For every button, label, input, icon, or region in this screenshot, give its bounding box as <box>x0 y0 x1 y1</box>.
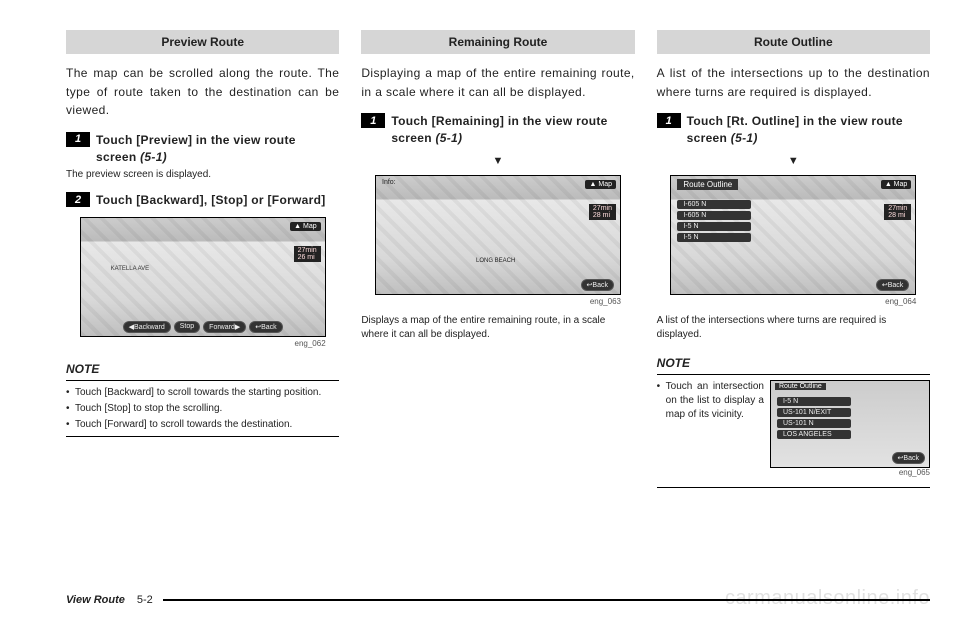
map-button[interactable]: ▲ Map <box>881 180 912 189</box>
step-label: Touch [Preview] in the view route screen <box>96 133 296 164</box>
step-1: 1 Touch [Preview] in the view route scre… <box>66 132 339 166</box>
list-item[interactable]: I-5 N <box>777 397 851 406</box>
col-route-outline: Route Outline A list of the intersection… <box>657 30 930 493</box>
outline-list: I-605 N I-605 N I-5 N I-5 N <box>677 200 751 242</box>
header-outline: Route Outline <box>657 30 930 54</box>
step-number-icon: 1 <box>361 113 385 128</box>
preview-controls: ◀Backward Stop Forward▶ ↩Back <box>81 321 325 333</box>
bottom-controls: ↩Back <box>671 279 915 291</box>
back-button[interactable]: ↩Back <box>581 279 614 291</box>
divider <box>657 374 930 375</box>
note-heading: NOTE <box>66 362 339 376</box>
note-item: Touch [Backward] to scroll towards the s… <box>66 386 339 400</box>
down-arrow-icon: ▼ <box>657 155 930 167</box>
screenshot-preview: ▲ Map 27min 26 mi KATELLA AVE ◀Backward … <box>80 217 326 337</box>
intro-remaining: Displaying a map of the entire remaining… <box>361 64 634 101</box>
screenshot-remaining: Info: ▲ Map 27min 28 mi LONG BEACH ↩Back <box>375 175 621 295</box>
screenshot-outline-mini: Route Outline I-5 N US-101 N/EXIT US-101… <box>770 380 930 468</box>
eta-time: 27min <box>298 247 317 254</box>
step-ref: (5-1) <box>435 131 462 145</box>
header-remaining: Remaining Route <box>361 30 634 54</box>
note-item: Touch [Stop] to stop the scrolling. <box>66 402 339 416</box>
bottom-controls: ↩Back <box>376 279 620 291</box>
step-text: Touch [Preview] in the view route screen… <box>96 132 339 166</box>
step-label: Touch [Remaining] in the view route scre… <box>391 114 607 145</box>
footer-section: View Route <box>66 594 125 606</box>
note-item: Touch [Forward] to scroll towards the de… <box>66 418 339 432</box>
eta-time: 27min <box>593 205 612 212</box>
image-ref: eng_064 <box>670 297 916 306</box>
panel-title: Route Outline <box>677 179 738 190</box>
step-1: 1 Touch [Rt. Outline] in the view route … <box>657 113 930 147</box>
step-ref: (5-1) <box>731 131 758 145</box>
divider <box>66 436 339 437</box>
divider <box>66 380 339 381</box>
down-arrow-icon: ▼ <box>361 155 634 167</box>
step-number-icon: 1 <box>657 113 681 128</box>
list-item[interactable]: I-605 N <box>677 200 751 209</box>
list-item[interactable]: LOS ANGELES <box>777 430 851 439</box>
step-text: Touch [Rt. Outline] in the view route sc… <box>687 113 930 147</box>
step-text: Touch [Backward], [Stop] or [Forward] <box>96 192 326 209</box>
eta-dist: 28 mi <box>593 212 612 219</box>
step-number-icon: 2 <box>66 192 90 207</box>
outline-list: I-5 N US-101 N/EXIT US-101 N LOS ANGELES <box>777 397 851 439</box>
page-columns: Preview Route The map can be scrolled al… <box>0 0 960 493</box>
note-list: Touch an intersection on the list to dis… <box>657 380 764 468</box>
eta-time: 27min <box>888 205 907 212</box>
header-preview: Preview Route <box>66 30 339 54</box>
back-button[interactable]: ↩Back <box>876 279 909 291</box>
note-heading: NOTE <box>657 356 930 370</box>
col-preview-route: Preview Route The map can be scrolled al… <box>66 30 339 493</box>
image-ref: eng_063 <box>375 297 621 306</box>
image-ref: eng_065 <box>657 468 930 477</box>
intro-preview: The map can be scrolled along the route.… <box>66 64 339 120</box>
eta-badge: 27min 26 mi <box>294 246 321 262</box>
screenshot-outline: Route Outline ▲ Map 27min 28 mi I-605 N … <box>670 175 916 295</box>
step-1: 1 Touch [Remaining] in the view route sc… <box>361 113 634 147</box>
bottom-controls: ↩Back <box>771 452 929 464</box>
eta-dist: 26 mi <box>298 254 317 261</box>
list-item[interactable]: US-101 N/EXIT <box>777 408 851 417</box>
note-list: Touch [Backward] to scroll towards the s… <box>66 386 339 434</box>
stop-button[interactable]: Stop <box>174 321 200 333</box>
map-road-label: KATELLA AVE <box>111 266 149 272</box>
forward-button[interactable]: Forward▶ <box>203 321 246 333</box>
map-button[interactable]: ▲ Map <box>290 222 321 231</box>
back-button[interactable]: ↩Back <box>249 321 282 333</box>
note-item: Touch an intersection on the list to dis… <box>657 380 764 422</box>
info-label: Info: <box>382 179 396 186</box>
step-ref: (5-1) <box>140 150 167 164</box>
image-ref: eng_062 <box>80 339 326 348</box>
watermark: carmanualsonline.info <box>725 587 930 610</box>
caption-outline: A list of the intersections where turns … <box>657 314 930 342</box>
eta-badge: 27min 28 mi <box>589 204 616 220</box>
list-item[interactable]: I-5 N <box>677 222 751 231</box>
list-item[interactable]: I-5 N <box>677 233 751 242</box>
intro-outline: A list of the intersections up to the de… <box>657 64 930 101</box>
col-remaining-route: Remaining Route Displaying a map of the … <box>361 30 634 493</box>
step-text: Touch [Remaining] in the view route scre… <box>391 113 634 147</box>
list-item[interactable]: I-605 N <box>677 211 751 220</box>
map-button[interactable]: ▲ Map <box>585 180 616 189</box>
caption-remaining: Displays a map of the entire remaining r… <box>361 314 634 342</box>
eta-dist: 28 mi <box>888 212 907 219</box>
map-city-label: LONG BEACH <box>476 258 515 264</box>
step-subnote: The preview screen is displayed. <box>66 169 339 180</box>
divider <box>657 487 930 488</box>
eta-badge: 27min 28 mi <box>884 204 911 220</box>
note-with-image: Touch an intersection on the list to dis… <box>657 380 930 468</box>
step-number-icon: 1 <box>66 132 90 147</box>
list-item[interactable]: US-101 N <box>777 419 851 428</box>
step-label: Touch [Rt. Outline] in the view route sc… <box>687 114 903 145</box>
panel-title: Route Outline <box>775 383 826 390</box>
footer-page: 5-2 <box>137 594 153 606</box>
step-2: 2 Touch [Backward], [Stop] or [Forward] <box>66 192 339 209</box>
backward-button[interactable]: ◀Backward <box>123 321 171 333</box>
back-button[interactable]: ↩Back <box>892 452 925 464</box>
